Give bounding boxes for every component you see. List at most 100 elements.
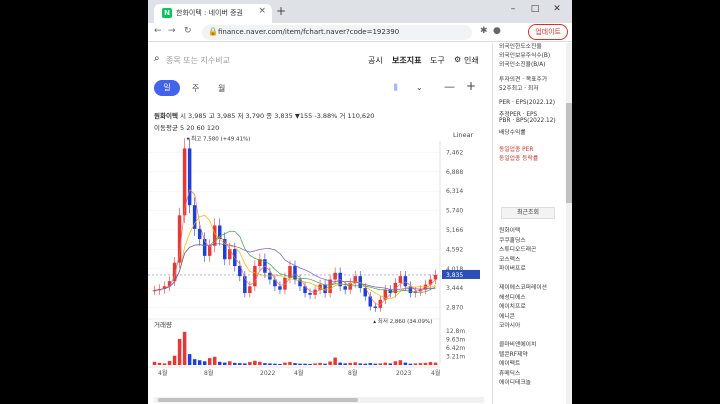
volume-bar xyxy=(338,362,342,365)
recent-item[interactable]: 쿠쿠홀딩스 xyxy=(499,235,526,244)
recent-item[interactable]: 에이치프로 xyxy=(499,301,526,310)
price-chart[interactable]: 7,4626,8886,3145,7405,1664,5924,0183,444… xyxy=(148,43,492,404)
recent-item[interactable]: 에이팩트 xyxy=(499,358,520,367)
candle-body xyxy=(177,215,182,263)
volume-bar xyxy=(403,362,408,365)
volume-bar xyxy=(378,363,383,365)
volume-tick-label: 9.63m xyxy=(446,336,465,343)
recent-item[interactable]: 콜마비앤에이치 xyxy=(499,339,536,348)
volume-bar xyxy=(182,331,187,365)
info-item-per[interactable]: PER · EPS(2022.12) xyxy=(499,100,555,106)
reload-icon[interactable]: ↻ xyxy=(184,26,192,36)
recent-item[interactable]: 해성디에스 xyxy=(499,292,526,301)
high-annotation: ▾ 최고 7,580 (+49.41%) xyxy=(187,134,251,142)
recent-view-tab[interactable]: 최근조회 xyxy=(501,207,555,219)
recent-item[interactable]: 에니콘 xyxy=(499,311,515,320)
volume-tick-label: 12.8m xyxy=(446,328,465,335)
close-tab-icon[interactable]: × xyxy=(258,6,266,16)
volume-bar xyxy=(212,356,217,365)
window-controls: – □ ✕ xyxy=(502,4,568,14)
volume-bar xyxy=(318,362,322,365)
active-tab[interactable]: N 한화이텍 : 네이버 증권 × xyxy=(154,4,272,23)
info-item-sector[interactable]: 동일업종 등락률 xyxy=(499,153,538,162)
browser-toolbar: ← → ↻ 🔒 finance.naver.com/item/fchart.na… xyxy=(148,23,572,42)
tab-title: 한화이텍 : 네이버 증권 xyxy=(176,9,243,17)
url-text[interactable]: finance.naver.com/item/fchart.naver?code… xyxy=(218,28,399,36)
volume-bar xyxy=(358,363,362,365)
volume-tick-label: 3.21m xyxy=(446,353,465,360)
recent-item[interactable]: 원화이텍 xyxy=(499,225,520,234)
address-bar[interactable]: 🔒 finance.naver.com/item/fchart.naver?co… xyxy=(202,25,472,40)
maximize-button[interactable]: □ xyxy=(524,4,546,14)
info-item-per[interactable]: 추정PER · EPS xyxy=(499,109,537,118)
volume-bar xyxy=(388,363,393,365)
volume-bar xyxy=(202,361,207,365)
candle-body xyxy=(253,266,257,287)
candle-body xyxy=(222,238,227,260)
recent-item[interactable]: 제이에스코퍼레이션 xyxy=(499,282,547,291)
volume-bar xyxy=(207,358,212,365)
volume-bar xyxy=(423,362,428,365)
price-tick-label: 4,592 xyxy=(446,246,463,253)
lock-icon[interactable]: 🔒 xyxy=(208,27,218,36)
volume-bar xyxy=(343,363,347,365)
recent-item[interactable]: 휴메딕스 xyxy=(499,368,520,377)
volume-bar xyxy=(398,360,403,365)
volume-bar xyxy=(273,363,277,365)
info-item-per[interactable]: 배당수익률 xyxy=(499,127,526,136)
time-tick-label: 2023 xyxy=(396,370,411,377)
volume-bar xyxy=(222,362,227,365)
info-item-opinion[interactable]: 투자의견 · 목표주가 xyxy=(499,74,547,83)
close-window-button[interactable]: ✕ xyxy=(546,4,568,14)
recent-item[interactable]: 코스맥스 xyxy=(499,254,520,263)
volume-bar xyxy=(288,362,292,365)
volume-bar xyxy=(418,363,423,365)
chart-scroll-thumb[interactable] xyxy=(158,398,358,402)
volume-tick-label: 6.42m xyxy=(446,345,465,352)
volume-bar xyxy=(428,362,433,365)
recent-item[interactable]: 스튜디오드래곤 xyxy=(499,244,536,253)
info-item-per[interactable]: PBR · BPS(2022.12) xyxy=(499,118,556,124)
time-tick-label: 4월 xyxy=(294,369,303,377)
price-tick-label: 6,314 xyxy=(446,188,463,195)
info-item-foreign[interactable]: 외국인소진율(B/A) xyxy=(499,59,545,68)
volume-bar xyxy=(348,362,352,365)
volume-bar xyxy=(217,361,222,365)
volume-bar xyxy=(313,363,317,365)
volume-bar xyxy=(333,357,337,365)
volume-bar xyxy=(353,362,357,365)
extensions-icon[interactable]: ✱ xyxy=(480,26,488,36)
info-item-opinion[interactable]: 52주최고 · 최저 xyxy=(499,83,539,92)
info-item-sector[interactable]: 동일업종 PER xyxy=(499,144,533,153)
side-scroll-thumb[interactable] xyxy=(566,103,572,203)
volume-bar xyxy=(238,363,242,365)
naver-favicon-icon: N xyxy=(162,8,172,18)
volume-bar xyxy=(162,363,167,365)
forward-arrow-icon[interactable]: → xyxy=(168,26,176,36)
volume-label: 거래량 xyxy=(154,320,172,329)
side-scrollbar[interactable] xyxy=(566,43,572,404)
recent-item[interactable]: 에이디테크놀 xyxy=(499,377,531,386)
new-tab-button[interactable]: + xyxy=(276,5,286,17)
info-item-foreign[interactable]: 외국인한도소진율 xyxy=(499,41,542,50)
recent-item[interactable]: 파이버프로 xyxy=(499,263,526,272)
back-arrow-icon[interactable]: ← xyxy=(154,26,162,36)
update-button[interactable]: 업데이트 xyxy=(528,24,568,40)
recent-item[interactable]: 텔콘RF제약 xyxy=(499,349,528,358)
recent-item[interactable]: 코아시아 xyxy=(499,320,520,329)
volume-bar xyxy=(328,361,332,365)
volume-bar xyxy=(233,362,237,365)
profile-icon[interactable]: ● xyxy=(493,26,501,36)
volume-bar xyxy=(393,361,398,365)
volume-bar xyxy=(268,363,272,365)
desktop: N 한화이텍 : 네이버 증권 × + – □ ✕ ← → ↻ 🔒 finance.… xyxy=(0,0,720,404)
candle-body xyxy=(187,148,192,206)
volume-bar xyxy=(283,362,287,365)
info-item-foreign[interactable]: 외국인보유주식수(B) xyxy=(499,50,550,59)
ma20-line xyxy=(154,215,436,300)
volume-bar xyxy=(373,363,378,365)
minimize-button[interactable]: – xyxy=(502,4,524,14)
last-price-label: 3,835 xyxy=(446,272,463,279)
price-tick-label: 7,462 xyxy=(446,149,463,156)
volume-bar xyxy=(433,362,438,365)
